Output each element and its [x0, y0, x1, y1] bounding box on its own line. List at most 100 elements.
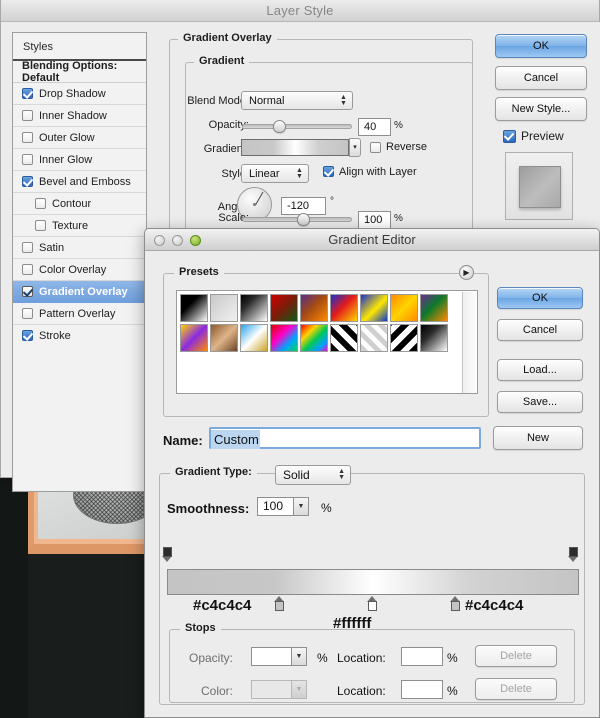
presets-menu-icon[interactable]: ▶ [459, 265, 474, 280]
sidebar-item-outer-glow[interactable]: Outer Glow [13, 127, 146, 149]
opacity-slider-track[interactable] [242, 124, 352, 129]
close-icon[interactable] [154, 235, 165, 246]
color-stop-3[interactable] [450, 596, 461, 611]
stop-color-location-input[interactable] [401, 680, 443, 699]
preset-swatch[interactable] [240, 294, 268, 322]
checkbox-stroke[interactable] [22, 330, 33, 341]
gradient-preview-swatch[interactable] [241, 139, 349, 156]
blend-mode-select[interactable]: Normal ▲▼ [241, 91, 353, 110]
sidebar-item-gradient-overlay[interactable]: Gradient Overlay [13, 281, 146, 303]
scale-unit: % [394, 213, 403, 224]
stop-color-label: Color: [201, 684, 233, 698]
sidebar-item-pattern-overlay[interactable]: Pattern Overlay [13, 303, 146, 325]
stop-opacity-input[interactable]: ▼ [251, 647, 307, 666]
minimize-icon[interactable] [172, 235, 183, 246]
gradient-strip[interactable] [167, 569, 579, 595]
chevron-down-icon[interactable]: ▼ [291, 680, 307, 699]
checkbox-align-with-layer[interactable] [323, 166, 334, 177]
preset-swatch[interactable] [240, 324, 268, 352]
delete-color-stop-button[interactable]: Delete [475, 678, 557, 700]
opacity-stop-left[interactable] [162, 547, 173, 562]
color-stop-1[interactable] [274, 596, 285, 611]
sidebar-item-inner-glow[interactable]: Inner Glow [13, 149, 146, 171]
preset-swatch[interactable] [180, 324, 208, 352]
smoothness-input[interactable]: 100 ▼ [257, 497, 309, 516]
sidebar-item-label: Inner Shadow [39, 110, 107, 122]
preset-swatch[interactable] [210, 294, 238, 322]
preset-swatch[interactable] [390, 294, 418, 322]
new-style-button[interactable]: New Style... [495, 97, 587, 121]
opacity-input[interactable]: 40 [358, 118, 391, 136]
sidebar-item-label: Inner Glow [39, 154, 92, 166]
style-select[interactable]: Linear ▲▼ [241, 164, 309, 183]
name-input[interactable]: Custom [209, 427, 481, 449]
scale-slider-thumb[interactable] [297, 213, 310, 226]
sidebar-item-inner-shadow[interactable]: Inner Shadow [13, 105, 146, 127]
layer-style-title: Layer Style [266, 3, 333, 18]
checkbox-satin[interactable] [22, 242, 33, 253]
preset-swatch[interactable] [390, 324, 418, 352]
load-button[interactable]: Load... [497, 359, 583, 381]
checkbox-gradient-overlay[interactable] [22, 286, 33, 297]
checkbox-texture[interactable] [35, 220, 46, 231]
preset-swatch[interactable] [420, 294, 448, 322]
stop-opacity-label: Opacity: [189, 651, 233, 665]
sidebar-item-color-overlay[interactable]: Color Overlay [13, 259, 146, 281]
chevron-down-icon[interactable]: ▼ [293, 497, 309, 516]
opacity-stop-right[interactable] [568, 547, 579, 562]
sidebar-item-contour[interactable]: Contour [13, 193, 146, 215]
presets-list[interactable] [176, 290, 478, 394]
color-stop-annotation-right: #c4c4c4 [465, 597, 523, 614]
checkbox-bevel-and-emboss[interactable] [22, 176, 33, 187]
stop-color-swatch[interactable]: ▼ [251, 680, 307, 699]
preset-swatch[interactable] [270, 324, 298, 352]
preset-swatch[interactable] [360, 324, 388, 352]
gradient-editor-titlebar[interactable]: Gradient Editor [145, 229, 599, 251]
gradient-picker-button[interactable]: ▾ [349, 138, 361, 157]
layer-style-titlebar[interactable]: Layer Style [1, 0, 599, 22]
gradient-editor-ok-button[interactable]: OK [497, 287, 583, 309]
preset-swatch[interactable] [330, 324, 358, 352]
preset-swatch[interactable] [270, 294, 298, 322]
sidebar-item-drop-shadow[interactable]: Drop Shadow [13, 83, 146, 105]
zoom-icon[interactable] [190, 235, 201, 246]
checkbox-reverse[interactable] [370, 142, 381, 153]
presets-scrollbar[interactable] [462, 292, 476, 394]
sidebar-item-label: Color Overlay [39, 264, 106, 276]
name-label: Name: [163, 433, 203, 448]
new-preset-button[interactable]: New [493, 426, 583, 450]
preset-swatch[interactable] [180, 294, 208, 322]
checkbox-outer-glow[interactable] [22, 132, 33, 143]
checkbox-contour[interactable] [35, 198, 46, 209]
checkbox-drop-shadow[interactable] [22, 88, 33, 99]
checkbox-pattern-overlay[interactable] [22, 308, 33, 319]
checkbox-inner-glow[interactable] [22, 154, 33, 165]
sidebar-item-satin[interactable]: Satin [13, 237, 146, 259]
layer-style-cancel-button[interactable]: Cancel [495, 66, 587, 90]
layer-style-ok-button[interactable]: OK [495, 34, 587, 58]
preset-swatch[interactable] [300, 324, 328, 352]
sidebar-item-blending-options[interactable]: Blending Options: Default [13, 61, 146, 83]
checkbox-preview[interactable] [503, 130, 516, 143]
preset-swatch[interactable] [420, 324, 448, 352]
preset-swatch[interactable] [300, 294, 328, 322]
style-label: Style: [181, 168, 249, 180]
stop-opacity-location-input[interactable] [401, 647, 443, 666]
save-button[interactable]: Save... [497, 391, 583, 413]
sidebar-item-bevel-and-emboss[interactable]: Bevel and Emboss [13, 171, 146, 193]
scale-input[interactable]: 100 [358, 211, 391, 229]
styles-panel: Styles Blending Options: Default Drop Sh… [12, 32, 147, 492]
sidebar-item-texture[interactable]: Texture [13, 215, 146, 237]
checkbox-color-overlay[interactable] [22, 264, 33, 275]
gradient-editor-cancel-button[interactable]: Cancel [497, 319, 583, 341]
chevron-down-icon[interactable]: ▼ [291, 647, 307, 666]
opacity-slider-thumb[interactable] [273, 120, 286, 133]
checkbox-inner-shadow[interactable] [22, 110, 33, 121]
preset-swatch[interactable] [360, 294, 388, 322]
gradient-type-select[interactable]: Solid ▲▼ [275, 465, 351, 485]
preset-swatch[interactable] [330, 294, 358, 322]
sidebar-item-stroke[interactable]: Stroke [13, 325, 146, 347]
color-stop-2[interactable] [367, 596, 378, 611]
delete-opacity-stop-button[interactable]: Delete [475, 645, 557, 667]
preset-swatch[interactable] [210, 324, 238, 352]
